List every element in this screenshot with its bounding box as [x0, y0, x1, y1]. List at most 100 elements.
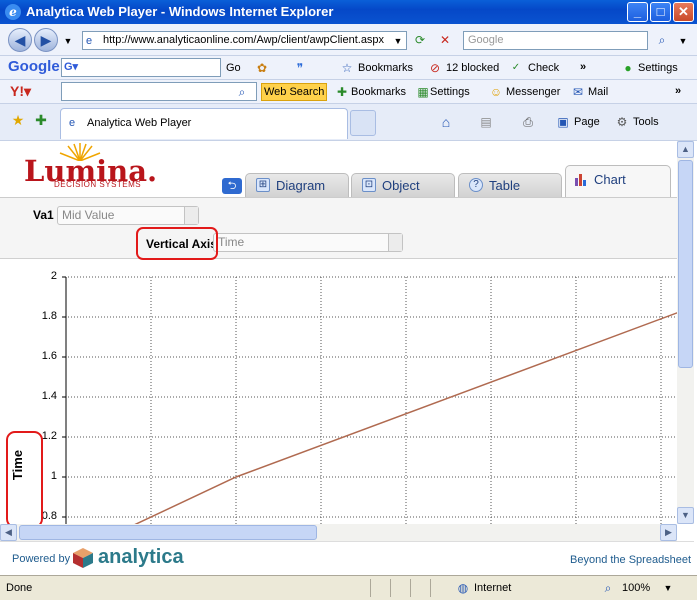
y-axis-title: Time [10, 449, 25, 481]
browser-tab[interactable]: e Analytica Web Player [60, 108, 348, 139]
back-button[interactable]: ◀ [8, 28, 32, 52]
print-icon[interactable]: ⎙ [520, 114, 536, 130]
analytica-content: Lumina. DECISION SYSTEMS ⮌ ⊞ Diagram ⊡ Obj… [0, 141, 677, 524]
google-go-button[interactable]: Go [226, 60, 241, 76]
yahoo-bookmarks-button[interactable]: Bookmarks [351, 84, 406, 100]
y-tick-label: 1.4 [41, 390, 57, 402]
maximize-button[interactable]: □ [650, 2, 671, 22]
powered-by-text: Powered by [12, 553, 71, 565]
address-dropdown-icon[interactable]: ▼ [390, 33, 406, 49]
analytica-cube-icon [73, 548, 93, 568]
google-toolbar: Google G▾ Go ✿ ❞ ☆ Bookmarks ⊘ 12 blocke… [0, 56, 697, 80]
yahoo-search-field[interactable] [61, 82, 257, 101]
bookmark-star-icon[interactable]: ☆ [339, 60, 355, 76]
table-icon: ? [469, 178, 483, 192]
zoom-icon: ⌕ [604, 581, 612, 595]
add-favorite-icon[interactable]: ✚ [33, 112, 49, 128]
vertical-axis-dropdown[interactable]: Time [213, 233, 403, 252]
history-dropdown-icon[interactable]: ▼ [60, 33, 76, 49]
object-icon: ⊡ [362, 178, 376, 192]
more-chevron-icon[interactable]: » [580, 59, 586, 75]
settings-circle-icon: ● [624, 61, 632, 75]
refresh-icon[interactable]: ⟳ [412, 32, 428, 48]
yahoo-settings-icon: ▦ [417, 85, 429, 99]
yahoo-logo-icon[interactable]: Y!▾ [10, 83, 31, 99]
google-settings-button[interactable]: Settings [638, 60, 678, 76]
favorites-star-icon[interactable]: ★ [10, 112, 26, 128]
feeds-icon[interactable]: ▤ [478, 114, 494, 130]
horizontal-scroll-thumb[interactable] [19, 525, 317, 540]
tools-menu-button[interactable]: Tools [633, 114, 659, 130]
spellcheck-icon: ✓ [511, 62, 521, 73]
home-icon[interactable]: ⌂ [438, 114, 454, 130]
scroll-right-icon[interactable]: ▶ [660, 524, 677, 541]
dropdown-arrow-icon [184, 207, 198, 224]
search-icon[interactable]: ⌕ [654, 32, 670, 48]
tab-page-icon: e [69, 117, 76, 129]
app-footer: Powered by analytica Beyond the Spreadsh… [0, 541, 694, 575]
footer-slogan: Beyond the Spreadsheet [570, 554, 692, 566]
back-arrow-icon[interactable]: ⮌ [222, 178, 242, 194]
new-tab-button[interactable] [350, 110, 376, 136]
yahoo-bookmarks-icon: ✚ [336, 85, 348, 99]
yahoo-toolbar: Y!▾ ⌕ Web Search ✚ Bookmarks ▦ Settings … [0, 80, 697, 104]
tab-diagram[interactable]: ⊞ Diagram [245, 173, 349, 197]
highlight-vertical-axis [136, 227, 218, 260]
popup-blocked-count[interactable]: 12 blocked [446, 60, 499, 76]
vertical-scroll-thumb[interactable] [678, 160, 693, 368]
messenger-button[interactable]: Messenger [506, 84, 560, 100]
minimize-button[interactable]: _ [627, 2, 648, 22]
mail-button[interactable]: Mail [588, 84, 608, 100]
status-bar: Done ◍ Internet ⌕ 100% ▼ [0, 575, 697, 600]
diagram-icon: ⊞ [256, 178, 270, 192]
scroll-left-icon[interactable]: ◀ [0, 524, 17, 541]
yahoo-search-icon[interactable]: ⌕ [234, 84, 250, 100]
chart-icon [574, 171, 588, 186]
close-button[interactable]: ✕ [673, 2, 694, 22]
yahoo-settings-button[interactable]: Settings [430, 84, 470, 100]
search-options-icon[interactable]: ▼ [675, 33, 691, 49]
tab-object[interactable]: ⊡ Object [351, 173, 455, 197]
stop-icon[interactable]: ✕ [437, 32, 453, 48]
tab-table[interactable]: ? Table [458, 173, 562, 197]
messenger-icon: ☺ [489, 85, 503, 99]
control-panel: Va1 Mid Value Vertical Axis Time [0, 197, 677, 260]
search-field[interactable]: Google [463, 31, 648, 50]
dropdown-arrow-icon [388, 234, 402, 251]
y-tick-label: 1.6 [41, 350, 57, 362]
forward-button[interactable]: ▶ [34, 28, 58, 52]
vertical-scrollbar[interactable]: ▲ ▼ [677, 141, 694, 524]
line-chart [62, 276, 677, 524]
scroll-down-icon[interactable]: ▼ [677, 507, 694, 524]
google-g-icon: G▾ [64, 61, 79, 73]
ie-logo-icon: e [5, 4, 21, 20]
page-icon: e [86, 35, 93, 47]
address-toolbar: ◀ ▶ ▼ e http://www.analyticaonline.com/A… [0, 24, 697, 56]
scroll-up-icon[interactable]: ▲ [677, 141, 694, 158]
check-button[interactable]: Check [528, 60, 559, 76]
title-bar: e Analytica Web Player - Windows Interne… [0, 0, 697, 24]
tools-gear-icon: ⚙ [616, 115, 628, 129]
favorites-bar: ★ ✚ e Analytica Web Player ⌂ ▤ ⎙ ▣ Page … [0, 104, 697, 141]
zone-text: Internet [474, 582, 512, 594]
yahoo-more-chevron-icon[interactable]: » [675, 83, 681, 99]
web-search-button[interactable]: Web Search [261, 83, 328, 101]
status-text: Done [6, 582, 33, 594]
address-field[interactable]: e http://www.analyticaonline.com/Awp/cli… [82, 31, 407, 50]
highlight-y-axis-title: Time [6, 431, 43, 524]
zoom-level[interactable]: 100% [622, 580, 650, 596]
y-tick-label: 2 [50, 270, 57, 282]
tab-chart[interactable]: Chart [565, 165, 671, 197]
zoom-dropdown-icon[interactable]: ▼ [660, 580, 676, 596]
popup-blocked-icon: ⊘ [429, 61, 441, 75]
google-bookmarks-button[interactable]: Bookmarks [358, 60, 413, 76]
horizontal-scrollbar[interactable]: ◀ ▶ [0, 524, 677, 541]
page-menu-icon: ▣ [557, 115, 569, 129]
page-menu-button[interactable]: Page [574, 114, 600, 130]
globe-icon: ◍ [457, 581, 469, 595]
google-translate-icon[interactable]: ❞ [292, 60, 308, 76]
y-tick-label: 1.8 [41, 310, 57, 322]
va1-dropdown[interactable]: Mid Value [57, 206, 199, 225]
google-puzzle-icon[interactable]: ✿ [254, 60, 270, 76]
google-search-field[interactable]: G▾ [61, 58, 221, 77]
